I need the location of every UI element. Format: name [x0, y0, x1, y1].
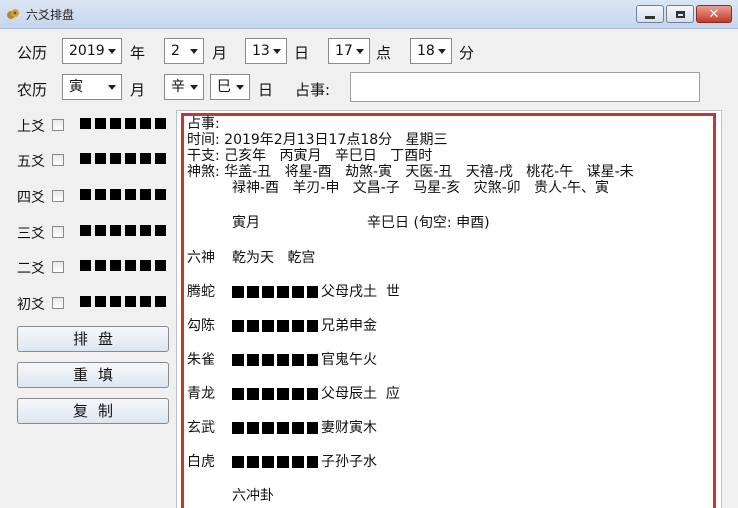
close-icon: ✕ [708, 6, 720, 22]
lunar-label: 农历 [17, 81, 48, 99]
app-icon [7, 9, 19, 19]
yao-checkbox[interactable] [52, 190, 64, 202]
minimize-icon [645, 15, 655, 19]
result-ganzhi: 干支: 己亥年 丙寅月 辛巳日 丁酉时 [187, 148, 433, 164]
six-god: 青龙 [187, 386, 215, 402]
chevron-down-icon [190, 85, 198, 90]
question-input[interactable] [350, 72, 700, 102]
month-value: 2 [171, 43, 180, 59]
yao-line [80, 118, 168, 129]
year-value: 2019 [69, 43, 105, 59]
gods-label: 六神 [187, 250, 215, 266]
yao-bars [232, 286, 318, 298]
question-label: 占事: [295, 81, 331, 99]
day-stem-value: 辛 [171, 79, 185, 95]
lunar-month-select[interactable]: 寅 [62, 74, 122, 100]
six-god: 白虎 [187, 454, 215, 470]
day-branch-select[interactable]: 巳 [210, 74, 250, 100]
result-time: 时间: 2019年2月13日17点18分 星期三 [187, 132, 448, 148]
maximize-icon [675, 10, 685, 18]
yao-label: 上爻 [17, 119, 45, 135]
result-shensha: 神煞: 华盖-丑 将星-酉 劫煞-寅 天医-丑 天禧-戌 桃花-午 谋星-未 [187, 164, 634, 180]
yao-label: 四爻 [17, 190, 45, 206]
chevron-down-icon [356, 49, 364, 54]
yao-bars [232, 388, 318, 400]
line-text: 父母戌土 世 [321, 284, 400, 300]
close-button[interactable]: ✕ [696, 5, 732, 23]
yao-bars [232, 320, 318, 332]
yao-line [80, 153, 168, 164]
yao-bars [232, 354, 318, 366]
day-unit: 日 [294, 44, 310, 62]
minute-unit: 分 [459, 44, 475, 62]
chevron-down-icon [190, 49, 198, 54]
month-select[interactable]: 2 [164, 38, 204, 64]
result-shensha-cont: 禄神-酉 羊刃-申 文昌-子 马星-亥 灾煞-卯 贵人-午、寅 [232, 180, 610, 196]
hexagram-name: 乾为天 乾宫 [232, 250, 316, 266]
yao-checkbox[interactable] [52, 297, 64, 309]
chevron-down-icon [273, 49, 281, 54]
year-unit: 年 [130, 44, 146, 62]
hour-select[interactable]: 17 [328, 38, 370, 64]
six-god: 勾陈 [187, 318, 215, 334]
chevron-down-icon [438, 49, 446, 54]
minute-value: 18 [417, 43, 435, 59]
yao-bars [232, 422, 318, 434]
yao-line [80, 260, 168, 271]
lunar-month-unit: 月 [130, 81, 146, 99]
yao-label: 三爻 [17, 226, 45, 242]
hexagram-type: 六冲卦 [232, 488, 274, 504]
yao-label: 二爻 [17, 261, 45, 277]
yao-label: 五爻 [17, 154, 45, 170]
result-textarea[interactable]: 占事: 时间: 2019年2月13日17点18分 星期三 干支: 己亥年 丙寅月… [181, 113, 716, 508]
yao-line [80, 225, 168, 236]
six-god: 玄武 [187, 420, 215, 436]
result-question: 占事: [187, 116, 220, 132]
year-select[interactable]: 2019 [62, 38, 122, 64]
day-branch-value: 巳 [217, 79, 231, 95]
copy-button[interactable]: 复制 [17, 398, 169, 424]
result-day: 辛巳日 (旬空: 申酉) [367, 215, 490, 231]
month-unit: 月 [212, 44, 228, 62]
yao-line [80, 296, 168, 307]
line-text: 兄弟申金 [321, 318, 377, 334]
line-text: 父母辰土 应 [321, 386, 400, 402]
yao-label: 初爻 [17, 297, 45, 313]
window-title: 六爻排盘 [26, 8, 75, 22]
hour-value: 17 [335, 43, 353, 59]
lunar-month-value: 寅 [69, 79, 83, 95]
reset-button[interactable]: 重填 [17, 362, 169, 388]
day-select[interactable]: 13 [245, 38, 287, 64]
chevron-down-icon [236, 85, 244, 90]
line-text: 官鬼午火 [321, 352, 377, 368]
result-month: 寅月 [232, 215, 260, 231]
yao-checkbox[interactable] [52, 261, 64, 273]
line-text: 妻财寅木 [321, 420, 377, 436]
day-stem-select[interactable]: 辛 [164, 74, 204, 100]
yao-checkbox[interactable] [52, 119, 64, 131]
yao-checkbox[interactable] [52, 226, 64, 238]
title-bar: 六爻排盘 ✕ [0, 0, 738, 29]
day-value: 13 [252, 43, 270, 59]
minute-select[interactable]: 18 [410, 38, 452, 64]
chevron-down-icon [108, 85, 116, 90]
arrange-button[interactable]: 排盘 [17, 326, 169, 352]
solar-label: 公历 [17, 44, 48, 62]
line-text: 子孙子水 [321, 454, 377, 470]
yao-bars [232, 456, 318, 468]
minimize-button[interactable] [636, 5, 664, 23]
six-god: 朱雀 [187, 352, 215, 368]
chevron-down-icon [108, 49, 116, 54]
yao-checkbox[interactable] [52, 154, 64, 166]
six-god: 腾蛇 [187, 284, 215, 300]
maximize-button[interactable] [666, 5, 694, 23]
lunar-day-unit: 日 [258, 81, 274, 99]
yao-line [80, 189, 168, 200]
hour-unit: 点 [376, 44, 392, 62]
